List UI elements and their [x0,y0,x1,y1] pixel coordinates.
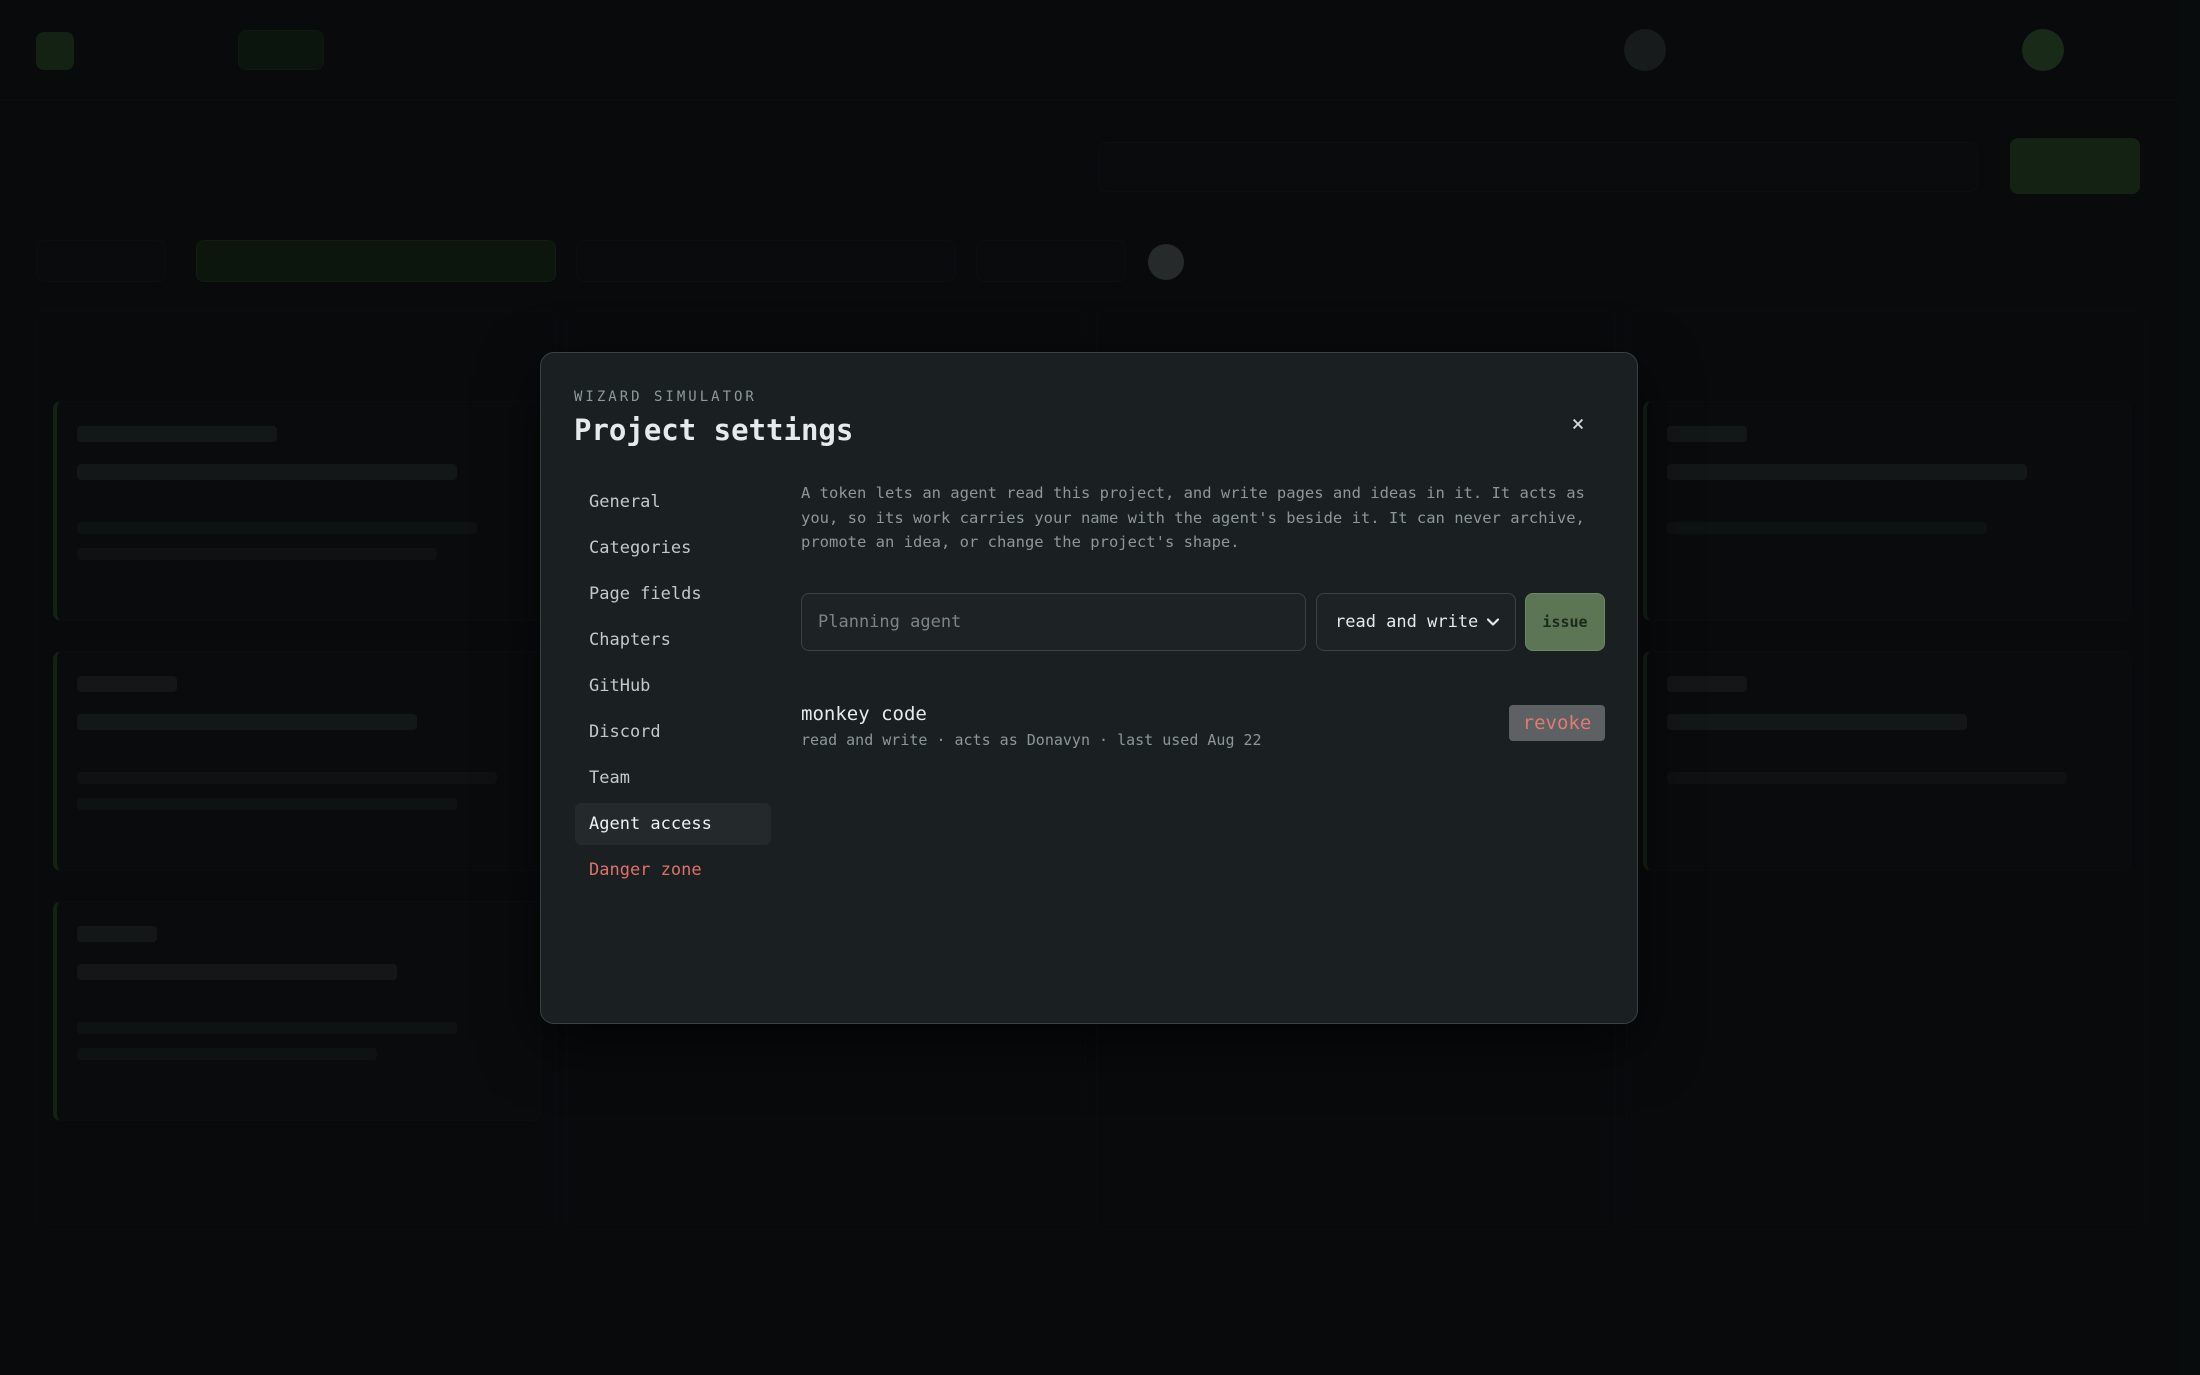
chevron-down-icon [1486,618,1500,626]
settings-nav-github[interactable]: GitHub [575,665,771,707]
issue-token-form: read and write issue [801,593,1605,651]
settings-nav-danger-zone[interactable]: Danger zone [575,849,771,891]
settings-nav: General Categories Page fields Chapters … [575,481,771,895]
token-list-item: monkey code read and write · acts as Don… [801,703,1605,763]
agent-name-input[interactable] [801,593,1306,651]
agent-access-description: A token lets an agent read this project,… [801,484,1585,551]
revoke-button[interactable]: revoke [1509,705,1605,741]
settings-nav-team[interactable]: Team [575,757,771,799]
close-icon: × [1571,411,1585,437]
token-name: monkey code [801,703,927,725]
permission-select[interactable]: read and write [1316,593,1516,651]
project-settings-dialog: WIZARD SIMULATOR Project settings × Gene… [540,352,1638,1024]
token-meta: read and write · acts as Donavyn · last … [801,731,1262,749]
settings-nav-categories[interactable]: Categories [575,527,771,569]
settings-nav-chapters[interactable]: Chapters [575,619,771,661]
settings-nav-discord[interactable]: Discord [575,711,771,753]
issue-button[interactable]: issue [1525,593,1605,651]
project-name-eyebrow: WIZARD SIMULATOR [574,389,757,405]
permission-select-value: read and write [1335,612,1479,632]
close-button[interactable]: × [1563,409,1593,439]
agent-access-panel: A token lets an agent read this project,… [801,481,1605,749]
dialog-title: Project settings [574,413,854,447]
settings-nav-general[interactable]: General [575,481,771,523]
settings-nav-agent-access[interactable]: Agent access [575,803,771,845]
settings-nav-page-fields[interactable]: Page fields [575,573,771,615]
